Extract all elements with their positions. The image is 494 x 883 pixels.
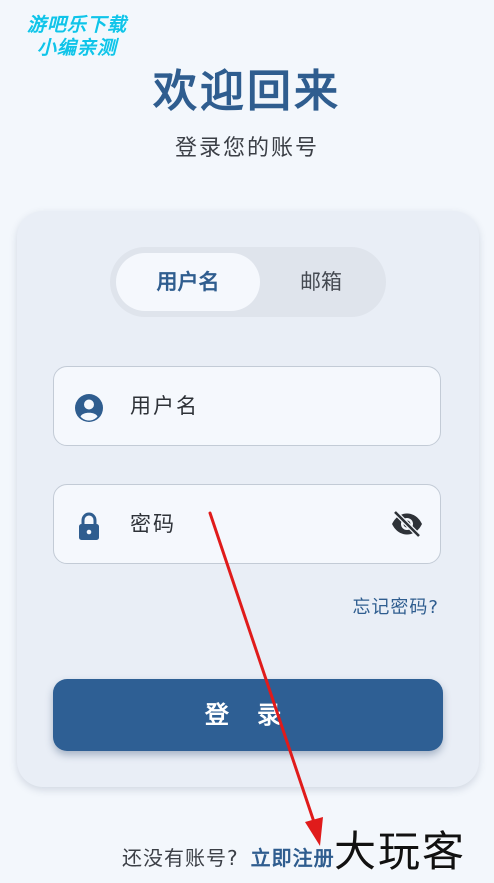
login-button[interactable]: 登 录 [53,679,443,751]
username-field[interactable]: 用户名 [53,366,441,446]
username-placeholder: 用户名 [130,394,199,418]
eye-off-icon[interactable] [390,509,424,539]
page-title: 欢迎回来 [153,66,341,117]
password-placeholder: 密码 [130,512,176,536]
watermark-top-line1: 游吧乐下载 [26,14,127,36]
password-field[interactable]: 密码 [53,484,441,564]
account-circle-icon [75,394,103,422]
watermark-top: 游吧乐下载 小编亲测 [12,14,142,60]
login-card: 用户名 邮箱 用户名 密码 忘记密码? 登 录 [17,211,479,787]
register-link[interactable]: 立即注册 [251,846,335,870]
lock-icon [79,512,99,540]
login-mode-switch: 用户名 邮箱 [110,247,386,317]
forgot-password-link[interactable]: 忘记密码? [352,593,439,619]
page-subtitle: 登录您的账号 [174,136,319,161]
no-account-text: 还没有账号? [122,846,239,870]
register-prompt: 还没有账号? 立即注册 [122,842,335,871]
tab-username[interactable]: 用户名 [116,253,260,311]
tab-email[interactable]: 邮箱 [260,253,382,311]
watermark-bottom: 大玩客 [334,827,467,876]
